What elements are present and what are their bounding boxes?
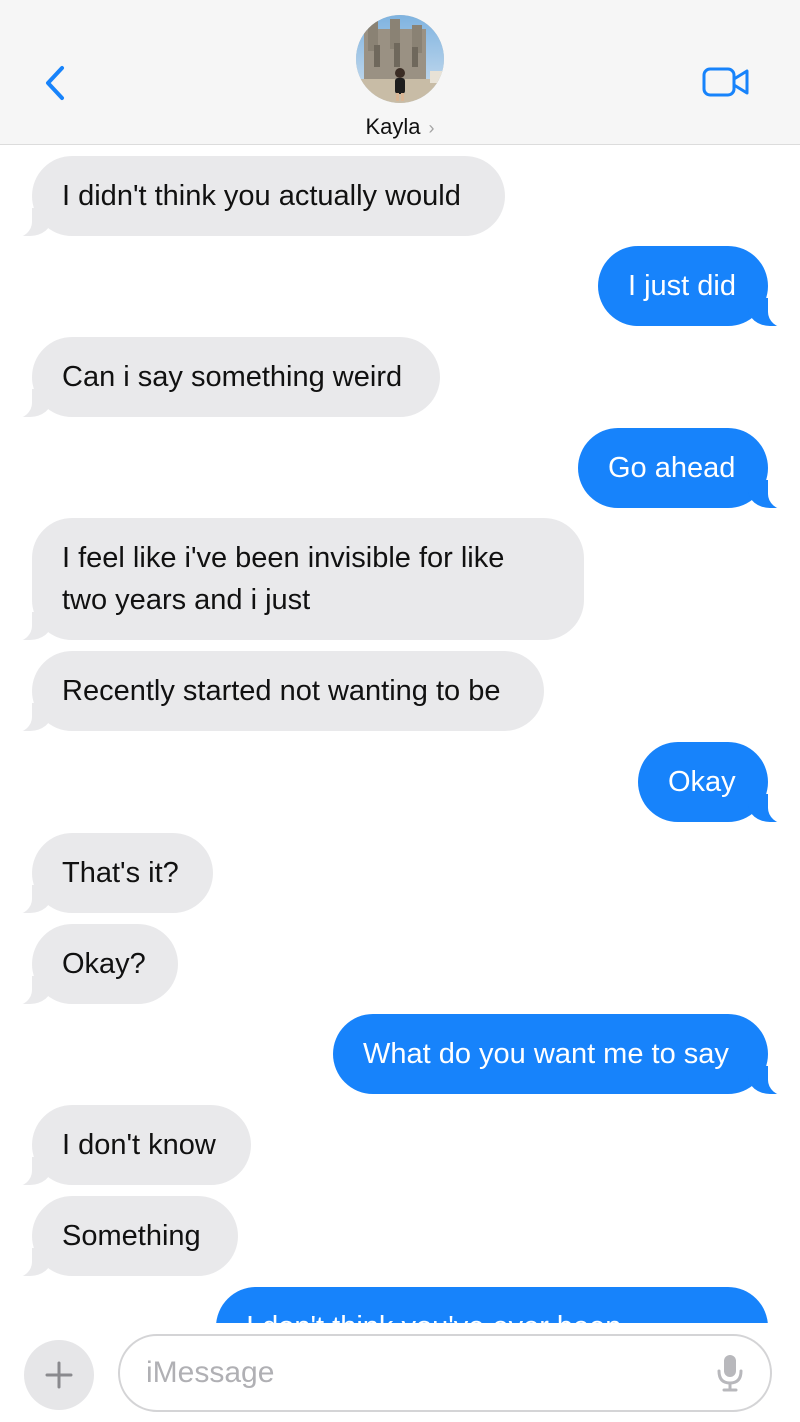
message-text: Something [62, 1220, 201, 1252]
message-text: Go ahead [608, 452, 736, 484]
dictation-button[interactable] [708, 1351, 752, 1395]
message-composer: iMessage [0, 1323, 800, 1422]
video-camera-icon [702, 67, 749, 97]
message-bubble-outgoing[interactable]: Go ahead [578, 428, 794, 510]
avatar-photo [356, 15, 444, 103]
message-thread[interactable]: I didn't think you actually would I just… [0, 146, 800, 1323]
message-bubble-incoming[interactable]: Okay? [6, 924, 178, 1006]
message-bubble-incoming[interactable]: I didn't think you actually would [6, 156, 505, 238]
message-input[interactable]: iMessage [118, 1334, 772, 1412]
contact-name-button[interactable]: Kayla › [0, 114, 800, 140]
message-text: I feel like i've been invisible for like… [62, 542, 505, 616]
chevron-right-icon: › [428, 118, 435, 138]
message-bubble-outgoing[interactable]: I don't think you've ever been [216, 1287, 768, 1323]
message-bubble-outgoing[interactable]: What do you want me to say [333, 1014, 794, 1096]
message-text: What do you want me to say [363, 1038, 729, 1070]
message-text: I just did [628, 270, 736, 302]
message-text: I don't know [62, 1129, 216, 1161]
message-input-placeholder: iMessage [146, 1356, 275, 1389]
facetime-button[interactable] [700, 62, 752, 102]
contact-avatar[interactable] [356, 15, 444, 103]
message-text: Okay [668, 766, 736, 798]
back-button[interactable] [30, 58, 80, 108]
message-bubble-incoming[interactable]: Recently started not wanting to be [6, 651, 544, 733]
message-bubble-incoming[interactable]: That's it? [6, 833, 213, 915]
contact-name: Kayla [365, 114, 421, 139]
message-bubble-outgoing[interactable]: Okay [638, 742, 794, 824]
message-text: I didn't think you actually would [62, 180, 461, 212]
microphone-icon [717, 1355, 743, 1392]
conversation-header: Kayla › [0, 0, 800, 145]
apps-button[interactable] [24, 1340, 94, 1410]
message-text: Okay? [62, 948, 146, 980]
message-bubble-incoming[interactable]: I feel like i've been invisible for like… [6, 518, 584, 642]
message-bubble-outgoing[interactable]: I just did [598, 246, 794, 328]
message-bubble-incoming[interactable]: Can i say something weird [6, 337, 440, 419]
plus-icon [45, 1361, 73, 1389]
message-bubble-incoming[interactable]: Something [6, 1196, 238, 1278]
message-text: I don't think you've ever been [246, 1311, 621, 1323]
message-bubble-incoming[interactable]: I don't know [6, 1105, 251, 1187]
message-text: Can i say something weird [62, 361, 403, 393]
chevron-left-icon [46, 66, 64, 100]
message-text: Recently started not wanting to be [62, 675, 501, 707]
message-text: That's it? [62, 857, 179, 889]
